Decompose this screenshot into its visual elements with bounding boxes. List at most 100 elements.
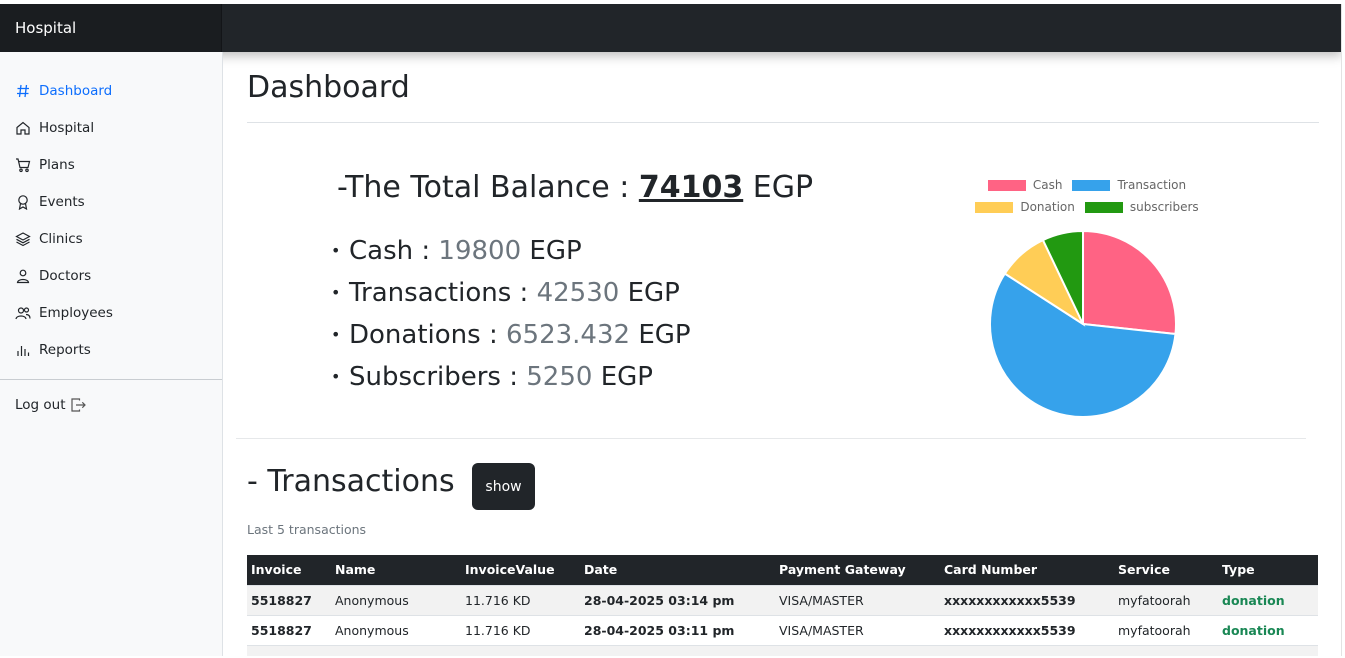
sidebar-item-label: Reports [39,341,91,358]
sidebar-divider [0,379,222,380]
total-balance: -The Total Balance : 74103 EGP [337,170,813,205]
breakdown-value: 5250 [526,362,593,392]
transactions-title: - Transactions [247,464,455,499]
sidebar-item-hospital[interactable]: Hospital [0,109,222,146]
breakdown-value: 6523.432 [505,320,631,350]
legend-item-subscribers[interactable]: subscribers [1084,200,1199,214]
breakdown-currency: EGP [529,236,582,266]
column-header: Name [331,555,461,586]
layers-icon [15,231,31,246]
table-row-partial [247,645,1318,656]
column-header: Service [1114,555,1218,586]
legend-item-cash[interactable]: Cash [987,178,1063,192]
cell-name: Anonymous [331,615,461,646]
house-icon [16,121,30,135]
cell-invoice-value: 11.716 KD [461,585,580,616]
table-header-row: Invoice Name InvoiceValue Date Payment G… [247,555,1318,586]
breakdown-label: Donations : [349,320,498,350]
legend-swatch [1072,179,1111,191]
legend-label: Cash [1032,178,1063,192]
cell-card-number: xxxxxxxxxxxx5539 [940,585,1114,616]
sidebar-item-plans[interactable]: Plans [0,146,222,183]
column-header: Date [580,555,775,586]
legend-swatch [987,179,1026,191]
person-icon [16,269,30,283]
cell-service: myfatoorah [1114,615,1218,646]
cell-type: donation [1218,585,1318,616]
table-row [247,645,1318,656]
page-title: Dashboard [247,70,410,105]
cell-date: 28-04-2025 03:14 pm [580,585,775,616]
breakdown-currency: EGP [600,362,653,392]
cell-date: 28-04-2025 03:11 pm [580,615,775,646]
box-arrow-right-icon [70,398,86,412]
transactions-subtitle: Last 5 transactions [247,522,367,537]
app-window: Hospital Dashboard Hospital Plans Events [0,4,1342,656]
sidebar-item-label: Employees [39,304,113,321]
sidebar-item-clinics[interactable]: Clinics [0,220,222,257]
breakdown-transactions: Transactions : 42530 EGP [331,272,691,314]
column-header: Payment Gateway [775,555,940,586]
cell-type: donation [1218,615,1318,646]
top-navbar: Hospital [0,4,1341,52]
column-header: InvoiceValue [461,555,580,586]
balance-breakdown: Cash : 19800 EGP Transactions : 42530 EG… [331,230,691,398]
show-button[interactable]: show [472,463,535,510]
sidebar-item-reports[interactable]: Reports [0,331,222,368]
people-icon [15,306,31,319]
breakdown-label: Subscribers : [349,362,518,392]
cell-card-number: xxxxxxxxxxxx5539 [940,615,1114,646]
title-divider [247,122,1319,123]
chart-legend: Cash Transaction Donation subscribers [967,174,1207,218]
breakdown-value: 42530 [536,278,620,308]
section-divider [236,438,1306,439]
cell-payment-gateway: VISA/MASTER [775,585,940,616]
sidebar-item-label: Plans [39,156,75,173]
sidebar-item-label: Events [39,193,85,210]
cell-invoice-value: 11.716 KD [461,615,580,646]
sidebar: Dashboard Hospital Plans Events Clinics … [0,52,223,656]
sidebar-item-employees[interactable]: Employees [0,294,222,331]
table-row: 5518827 Anonymous 11.716 KD 28-04-2025 0… [247,585,1318,616]
cell-payment-gateway: VISA/MASTER [775,615,940,646]
cell-name: Anonymous [331,585,461,616]
breakdown-currency: EGP [638,320,691,350]
sidebar-item-dashboard[interactable]: Dashboard [0,72,222,109]
pie-slice-cash[interactable] [1082,229,1177,336]
award-icon [18,194,28,210]
column-header: Card Number [940,555,1114,586]
sidebar-item-label: Doctors [39,267,92,284]
balance-amount: 74103 [638,170,744,205]
sidebar-item-label: Dashboard [39,82,113,99]
breakdown-cash: Cash : 19800 EGP [331,230,691,272]
column-header: Invoice [247,555,331,586]
bar-chart-icon [17,345,30,356]
logout-label: Log out [15,397,66,413]
main-content: Dashboard -The Total Balance : 74103 EGP… [236,52,1319,656]
legend-swatch [1084,201,1123,213]
sidebar-item-label: Hospital [39,119,95,136]
cell-invoice: 5518827 [247,585,331,616]
legend-label: subscribers [1129,200,1199,214]
legend-label: Transaction [1117,178,1187,192]
logout-link[interactable]: Log out [15,397,86,413]
cell-invoice: 5518827 [247,615,331,646]
balance-currency: EGP [752,170,814,205]
legend-label: Donation [1020,200,1075,214]
cell-service: myfatoorah [1114,585,1218,616]
breakdown-currency: EGP [627,278,680,308]
sidebar-item-doctors[interactable]: Doctors [0,257,222,294]
legend-swatch [975,201,1014,213]
legend-item-transaction[interactable]: Transaction [1072,178,1186,192]
balance-prefix: -The Total Balance : [337,170,630,205]
sidebar-nav: Dashboard Hospital Plans Events Clinics … [0,72,222,368]
sidebar-item-label: Clinics [39,230,83,247]
balance-pie-chart [989,229,1177,418]
breakdown-value: 19800 [438,236,522,266]
hash-icon [17,84,29,97]
sidebar-item-events[interactable]: Events [0,183,222,220]
cart-icon [16,157,31,172]
brand-link[interactable]: Hospital [0,4,222,52]
legend-item-donation[interactable]: Donation [975,200,1075,214]
breakdown-label: Cash : [349,236,431,266]
